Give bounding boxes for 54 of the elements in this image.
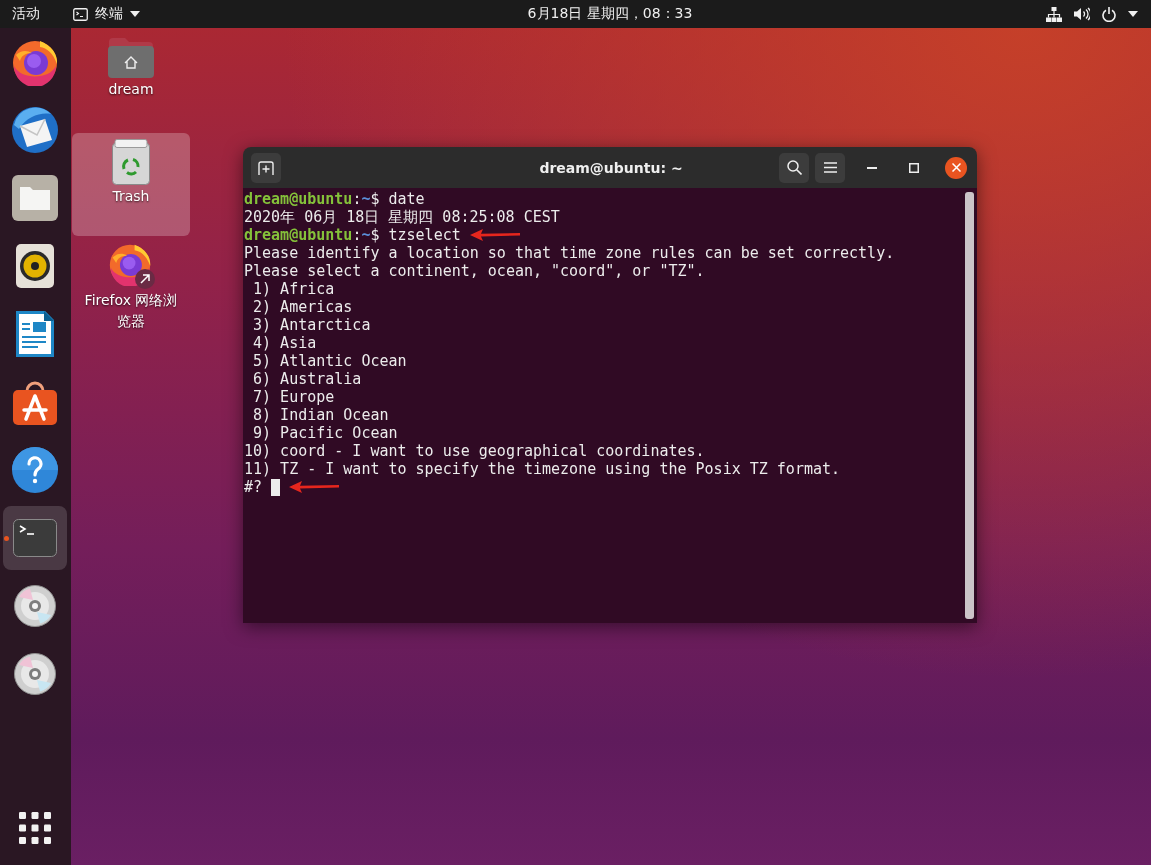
terminal-line: dream@ubuntu:~$ date (244, 190, 425, 208)
terminal-line: 2020年 06月 18日 星期四 08:25:08 CEST (244, 208, 560, 226)
terminal-icon (73, 7, 88, 21)
scrollbar-thumb[interactable] (965, 192, 974, 619)
volume-icon[interactable] (1074, 7, 1090, 21)
desktop-item[interactable]: dream (72, 30, 190, 133)
terminal-line: Please identify a location so that time zone rules can be set correctly. (244, 244, 895, 262)
terminal-line: 4) Asia (252, 334, 317, 352)
search-button[interactable] (779, 152, 809, 183)
desktop-item[interactable]: Trash (72, 133, 190, 236)
close-button[interactable] (945, 156, 967, 179)
document-icon (16, 311, 54, 357)
caret-icon (130, 11, 140, 17)
power-icon[interactable] (1102, 6, 1116, 22)
shopping-bag-icon (13, 379, 57, 425)
activities-button[interactable]: 活动 (12, 2, 40, 26)
terminal-line: 6) Australia (252, 370, 362, 388)
new-tab-icon (258, 160, 274, 175)
terminal-line: 7) Europe (252, 388, 335, 406)
browser-icon (11, 38, 59, 86)
terminal-line: dream@ubuntu:~$ tzselect (244, 226, 461, 244)
clock-button[interactable]: 6月18日 星期四，08：33 (527, 2, 693, 26)
disc-icon (14, 653, 56, 695)
terminal-line: 8) Indian Ocean (252, 406, 389, 424)
help-icon (12, 447, 58, 493)
terminal-line: 9) Pacific Ocean (252, 424, 398, 442)
menu-icon (823, 162, 837, 173)
network-icon[interactable] (1046, 6, 1062, 22)
terminal-line: 1) Africa (252, 280, 335, 298)
app-menu-button[interactable]: 终端 (73, 2, 140, 26)
terminal-icon (13, 519, 57, 557)
terminal-line: 11) TZ - I want to specify the timezone using the Posix TZ format. (244, 460, 841, 478)
terminal-line: 5) Atlantic Ocean (252, 352, 407, 370)
app-grid-icon (19, 812, 51, 844)
terminal-line: #? (244, 478, 263, 496)
home-folder-icon (108, 36, 154, 78)
disc-icon (14, 585, 56, 627)
terminal-line: 3) Antarctica (252, 316, 371, 334)
terminal-line: 2) Americas (252, 298, 353, 316)
caret-icon[interactable] (1128, 11, 1138, 17)
mail-icon (11, 106, 59, 154)
folder-icon (12, 175, 58, 221)
menu-button[interactable] (815, 152, 845, 183)
speaker-icon (16, 244, 54, 288)
search-icon (786, 160, 802, 175)
new-tab-button[interactable] (251, 152, 281, 183)
terminal-line: Please select a continent, ocean, "coord", or "TZ". (244, 262, 705, 280)
close-icon (951, 163, 961, 172)
maximize-icon (909, 162, 919, 173)
terminal-line: 10) coord - I want to use geographical coordinates. (244, 442, 705, 460)
trash-icon (112, 139, 150, 185)
window-title: dream@ubuntu: ~ (539, 159, 683, 176)
desktop-item[interactable]: Firefox 网络浏览器 (72, 236, 190, 339)
minimize-icon (867, 166, 877, 169)
